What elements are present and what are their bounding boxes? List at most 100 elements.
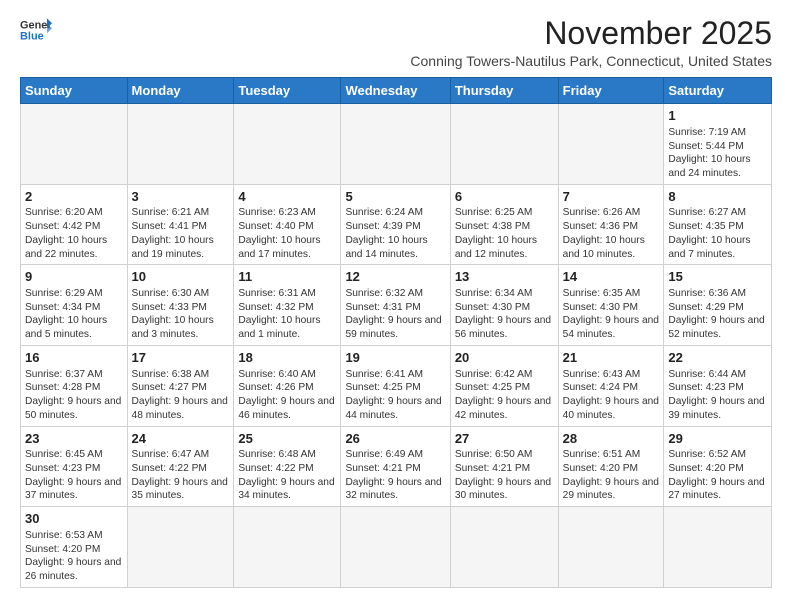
calendar-cell bbox=[558, 507, 664, 588]
weekday-header-wednesday: Wednesday bbox=[341, 78, 450, 104]
calendar-cell bbox=[450, 104, 558, 185]
calendar-cell: 3Sunrise: 6:21 AM Sunset: 4:41 PM Daylig… bbox=[127, 184, 234, 265]
day-info: Sunrise: 6:47 AM Sunset: 4:22 PM Dayligh… bbox=[132, 448, 230, 503]
day-number: 11 bbox=[238, 268, 336, 286]
svg-text:Blue: Blue bbox=[20, 30, 44, 42]
calendar-cell bbox=[21, 104, 128, 185]
day-number: 20 bbox=[455, 349, 554, 367]
day-info: Sunrise: 6:27 AM Sunset: 4:35 PM Dayligh… bbox=[668, 206, 767, 261]
calendar-cell: 11Sunrise: 6:31 AM Sunset: 4:32 PM Dayli… bbox=[234, 265, 341, 346]
calendar-cell bbox=[664, 507, 772, 588]
day-number: 17 bbox=[132, 349, 230, 367]
day-number: 24 bbox=[132, 430, 230, 448]
day-number: 1 bbox=[668, 107, 767, 125]
title-block: November 2025 Conning Towers-Nautilus Pa… bbox=[410, 16, 772, 69]
day-info: Sunrise: 6:25 AM Sunset: 4:38 PM Dayligh… bbox=[455, 206, 554, 261]
calendar-cell bbox=[341, 507, 450, 588]
day-number: 7 bbox=[563, 188, 660, 206]
day-info: Sunrise: 6:29 AM Sunset: 4:34 PM Dayligh… bbox=[25, 287, 123, 342]
calendar-cell: 22Sunrise: 6:44 AM Sunset: 4:23 PM Dayli… bbox=[664, 346, 772, 427]
day-number: 14 bbox=[563, 268, 660, 286]
calendar-cell bbox=[450, 507, 558, 588]
day-info: Sunrise: 7:19 AM Sunset: 5:44 PM Dayligh… bbox=[668, 126, 767, 181]
day-number: 28 bbox=[563, 430, 660, 448]
day-number: 27 bbox=[455, 430, 554, 448]
calendar-cell: 4Sunrise: 6:23 AM Sunset: 4:40 PM Daylig… bbox=[234, 184, 341, 265]
day-info: Sunrise: 6:40 AM Sunset: 4:26 PM Dayligh… bbox=[238, 368, 336, 423]
week-row-4: 23Sunrise: 6:45 AM Sunset: 4:23 PM Dayli… bbox=[21, 426, 772, 507]
calendar-cell: 7Sunrise: 6:26 AM Sunset: 4:36 PM Daylig… bbox=[558, 184, 664, 265]
calendar-cell: 9Sunrise: 6:29 AM Sunset: 4:34 PM Daylig… bbox=[21, 265, 128, 346]
day-number: 2 bbox=[25, 188, 123, 206]
day-number: 8 bbox=[668, 188, 767, 206]
day-info: Sunrise: 6:43 AM Sunset: 4:24 PM Dayligh… bbox=[563, 368, 660, 423]
day-number: 5 bbox=[345, 188, 445, 206]
day-info: Sunrise: 6:49 AM Sunset: 4:21 PM Dayligh… bbox=[345, 448, 445, 503]
day-number: 26 bbox=[345, 430, 445, 448]
day-info: Sunrise: 6:42 AM Sunset: 4:25 PM Dayligh… bbox=[455, 368, 554, 423]
week-row-1: 2Sunrise: 6:20 AM Sunset: 4:42 PM Daylig… bbox=[21, 184, 772, 265]
weekday-header-monday: Monday bbox=[127, 78, 234, 104]
calendar-cell: 1Sunrise: 7:19 AM Sunset: 5:44 PM Daylig… bbox=[664, 104, 772, 185]
week-row-3: 16Sunrise: 6:37 AM Sunset: 4:28 PM Dayli… bbox=[21, 346, 772, 427]
day-info: Sunrise: 6:34 AM Sunset: 4:30 PM Dayligh… bbox=[455, 287, 554, 342]
calendar-cell: 19Sunrise: 6:41 AM Sunset: 4:25 PM Dayli… bbox=[341, 346, 450, 427]
logo: General Blue bbox=[20, 16, 52, 44]
calendar-cell: 25Sunrise: 6:48 AM Sunset: 4:22 PM Dayli… bbox=[234, 426, 341, 507]
calendar-cell: 26Sunrise: 6:49 AM Sunset: 4:21 PM Dayli… bbox=[341, 426, 450, 507]
day-number: 30 bbox=[25, 510, 123, 528]
day-number: 13 bbox=[455, 268, 554, 286]
day-info: Sunrise: 6:20 AM Sunset: 4:42 PM Dayligh… bbox=[25, 206, 123, 261]
calendar-cell: 20Sunrise: 6:42 AM Sunset: 4:25 PM Dayli… bbox=[450, 346, 558, 427]
day-number: 6 bbox=[455, 188, 554, 206]
day-info: Sunrise: 6:24 AM Sunset: 4:39 PM Dayligh… bbox=[345, 206, 445, 261]
day-info: Sunrise: 6:37 AM Sunset: 4:28 PM Dayligh… bbox=[25, 368, 123, 423]
day-info: Sunrise: 6:23 AM Sunset: 4:40 PM Dayligh… bbox=[238, 206, 336, 261]
day-info: Sunrise: 6:48 AM Sunset: 4:22 PM Dayligh… bbox=[238, 448, 336, 503]
calendar-cell: 13Sunrise: 6:34 AM Sunset: 4:30 PM Dayli… bbox=[450, 265, 558, 346]
weekday-header-tuesday: Tuesday bbox=[234, 78, 341, 104]
calendar-cell: 21Sunrise: 6:43 AM Sunset: 4:24 PM Dayli… bbox=[558, 346, 664, 427]
weekday-header-thursday: Thursday bbox=[450, 78, 558, 104]
calendar-cell: 6Sunrise: 6:25 AM Sunset: 4:38 PM Daylig… bbox=[450, 184, 558, 265]
day-info: Sunrise: 6:53 AM Sunset: 4:20 PM Dayligh… bbox=[25, 529, 123, 584]
weekday-header-sunday: Sunday bbox=[21, 78, 128, 104]
month-title: November 2025 bbox=[410, 16, 772, 51]
location-title: Conning Towers-Nautilus Park, Connecticu… bbox=[410, 53, 772, 69]
day-info: Sunrise: 6:35 AM Sunset: 4:30 PM Dayligh… bbox=[563, 287, 660, 342]
day-info: Sunrise: 6:36 AM Sunset: 4:29 PM Dayligh… bbox=[668, 287, 767, 342]
day-number: 9 bbox=[25, 268, 123, 286]
calendar-cell: 17Sunrise: 6:38 AM Sunset: 4:27 PM Dayli… bbox=[127, 346, 234, 427]
calendar-cell: 10Sunrise: 6:30 AM Sunset: 4:33 PM Dayli… bbox=[127, 265, 234, 346]
day-info: Sunrise: 6:45 AM Sunset: 4:23 PM Dayligh… bbox=[25, 448, 123, 503]
calendar-cell: 14Sunrise: 6:35 AM Sunset: 4:30 PM Dayli… bbox=[558, 265, 664, 346]
calendar-cell bbox=[341, 104, 450, 185]
calendar-table: SundayMondayTuesdayWednesdayThursdayFrid… bbox=[20, 77, 772, 588]
calendar-cell: 15Sunrise: 6:36 AM Sunset: 4:29 PM Dayli… bbox=[664, 265, 772, 346]
day-info: Sunrise: 6:32 AM Sunset: 4:31 PM Dayligh… bbox=[345, 287, 445, 342]
day-number: 22 bbox=[668, 349, 767, 367]
calendar-cell: 28Sunrise: 6:51 AM Sunset: 4:20 PM Dayli… bbox=[558, 426, 664, 507]
logo-icon: General Blue bbox=[20, 16, 52, 44]
calendar-cell bbox=[234, 507, 341, 588]
calendar-cell: 18Sunrise: 6:40 AM Sunset: 4:26 PM Dayli… bbox=[234, 346, 341, 427]
day-info: Sunrise: 6:50 AM Sunset: 4:21 PM Dayligh… bbox=[455, 448, 554, 503]
day-info: Sunrise: 6:41 AM Sunset: 4:25 PM Dayligh… bbox=[345, 368, 445, 423]
day-number: 10 bbox=[132, 268, 230, 286]
calendar-cell bbox=[127, 507, 234, 588]
day-info: Sunrise: 6:38 AM Sunset: 4:27 PM Dayligh… bbox=[132, 368, 230, 423]
day-number: 16 bbox=[25, 349, 123, 367]
calendar-cell bbox=[127, 104, 234, 185]
header: General Blue November 2025 Conning Tower… bbox=[20, 16, 772, 69]
day-number: 18 bbox=[238, 349, 336, 367]
day-number: 15 bbox=[668, 268, 767, 286]
calendar-cell bbox=[558, 104, 664, 185]
weekday-header-row: SundayMondayTuesdayWednesdayThursdayFrid… bbox=[21, 78, 772, 104]
weekday-header-friday: Friday bbox=[558, 78, 664, 104]
day-info: Sunrise: 6:44 AM Sunset: 4:23 PM Dayligh… bbox=[668, 368, 767, 423]
day-number: 21 bbox=[563, 349, 660, 367]
week-row-2: 9Sunrise: 6:29 AM Sunset: 4:34 PM Daylig… bbox=[21, 265, 772, 346]
calendar-cell: 2Sunrise: 6:20 AM Sunset: 4:42 PM Daylig… bbox=[21, 184, 128, 265]
day-info: Sunrise: 6:26 AM Sunset: 4:36 PM Dayligh… bbox=[563, 206, 660, 261]
calendar-cell: 30Sunrise: 6:53 AM Sunset: 4:20 PM Dayli… bbox=[21, 507, 128, 588]
